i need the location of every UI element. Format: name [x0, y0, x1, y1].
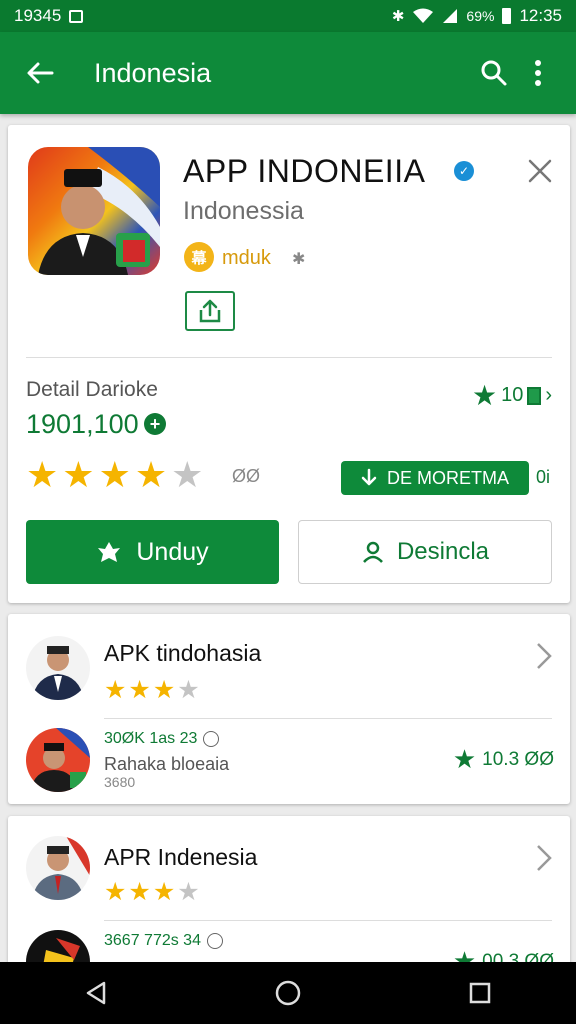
star-filled-icon: ★: [152, 878, 176, 906]
back-button[interactable]: [16, 49, 64, 97]
battery-icon: [502, 8, 512, 24]
list-item-stars: ★ ★ ★ ★: [104, 878, 200, 906]
search-icon: [481, 60, 507, 86]
star-filled-icon: ★: [104, 878, 127, 906]
share-button[interactable]: [185, 291, 235, 331]
list-item-title: APK tindohasia: [104, 640, 262, 666]
app-icon-art: [38, 147, 160, 275]
chevron-right-icon: ›: [545, 384, 552, 406]
system-nav-bar: [0, 962, 576, 1024]
developer-star-icon: ✱: [292, 251, 306, 268]
avatar: [26, 636, 90, 700]
star-filled-icon: ★: [128, 878, 151, 906]
search-button[interactable]: [472, 49, 516, 97]
detail-label: Detail Darioke: [26, 378, 158, 401]
list-item-meta-text: 30ØK 1as 23: [104, 730, 198, 747]
list-item-meta-text: 3667 772s 34: [104, 932, 201, 949]
app-subtitle: Indonessia: [183, 197, 304, 225]
star-empty-icon: ★: [177, 878, 200, 906]
download-pill-label: DE MORETMA: [386, 467, 509, 488]
book-icon: [527, 386, 542, 405]
install-button-label: Unduy: [136, 537, 209, 566]
star-filled-icon: ★: [98, 454, 131, 495]
battery-percent: 69%: [466, 8, 495, 24]
page-title: Indonesia: [94, 57, 212, 88]
star-filled-icon: ★: [134, 454, 168, 495]
nav-back-button[interactable]: [66, 968, 126, 1018]
list-item-meta: 3667 772s 34: [104, 932, 223, 950]
install-button[interactable]: Unduy: [26, 520, 279, 584]
download-icon: [361, 468, 377, 486]
notification-icon: [69, 9, 84, 23]
verified-badge-icon: ✓: [454, 161, 474, 181]
app-icon: [28, 147, 160, 275]
more-vertical-icon: [535, 60, 541, 86]
hand-icon: [98, 542, 121, 562]
download-pill[interactable]: DE MORETMA: [341, 461, 529, 495]
list-item[interactable]: APR Indenesia ★ ★ ★ ★ 3667 772s 34 ★ 00.3 Ø…: [8, 816, 570, 994]
download-pill-extra: 0i: [536, 467, 551, 487]
nav-home-button[interactable]: [258, 968, 318, 1018]
divider: [104, 920, 552, 921]
list-item-subtitle: Rahaka bloeaia: [104, 754, 230, 774]
review-count: ØØ: [232, 466, 261, 486]
detail-value: 1901,100: [26, 409, 139, 439]
avatar: [26, 836, 90, 900]
square-recents-icon: [469, 982, 491, 1004]
star-filled-icon: ★: [62, 454, 95, 495]
app-title: APP INDONEIIA: [183, 153, 426, 189]
list-item-meta: 30ØK 1as 23: [104, 730, 220, 748]
list-item-stars: ★ ★ ★ ★: [104, 676, 200, 704]
star-filled-icon: ★: [152, 676, 176, 704]
star-icon: ★: [471, 380, 498, 411]
star-empty-icon: ★: [171, 454, 204, 495]
arrow-left-icon: [27, 62, 54, 84]
star-icon: ★: [452, 744, 477, 774]
developer-badge-icon: 幕: [184, 242, 214, 272]
rating-summary: ★ 10 ›: [472, 379, 552, 412]
person-icon: [363, 541, 383, 563]
list-item-count: 3680: [104, 774, 136, 790]
app-detail-card: APP INDONEIIA ✓ Indonessia 幕 mduk ✱ Deta…: [8, 125, 570, 603]
triangle-back-icon: [86, 981, 106, 1005]
secondary-button[interactable]: Desincla: [298, 520, 552, 584]
close-icon: [528, 159, 552, 183]
info-icon: [203, 731, 220, 747]
plus-icon[interactable]: +: [144, 413, 166, 435]
list-item-rating-value: 10.3 ØØ: [482, 748, 554, 770]
chevron-right-icon[interactable]: [532, 638, 556, 674]
bluetooth-icon: ✱: [391, 8, 405, 25]
close-button[interactable]: [522, 153, 558, 189]
star-filled-icon: ★: [128, 676, 151, 704]
signal-icon: [443, 9, 458, 23]
list-item-title: APR Indenesia: [104, 844, 258, 870]
status-time-left: 19345: [14, 6, 62, 25]
star-filled-icon: ★: [104, 676, 127, 704]
secondary-button-label: Desincla: [396, 538, 490, 565]
divider: [26, 357, 552, 358]
rating-stars: ★ ★ ★ ★ ★: [26, 455, 203, 495]
list-item-rating: ★ 10.3 ØØ: [453, 744, 554, 775]
status-time-right: 12:35: [519, 6, 562, 25]
wifi-icon: [413, 8, 434, 23]
avatar: [26, 728, 90, 792]
status-bar: 19345 ✱ 69% 12:35: [0, 0, 576, 32]
developer-name[interactable]: mduk: [222, 247, 271, 270]
divider: [104, 718, 552, 719]
app-bar: Indonesia: [0, 32, 576, 114]
list-item[interactable]: APK tindohasia ★ ★ ★ ★ 30ØK 1as 23 Rahaka b…: [8, 614, 570, 804]
info-icon: [206, 933, 223, 949]
circle-home-icon: [275, 980, 301, 1006]
nav-recents-button[interactable]: [450, 968, 510, 1018]
more-button[interactable]: [516, 49, 560, 97]
chevron-right-icon[interactable]: [532, 840, 556, 876]
share-icon: [199, 299, 221, 323]
star-filled-icon: ★: [26, 454, 59, 495]
star-empty-icon: ★: [177, 676, 200, 704]
rating-summary-value: 10: [501, 384, 524, 406]
